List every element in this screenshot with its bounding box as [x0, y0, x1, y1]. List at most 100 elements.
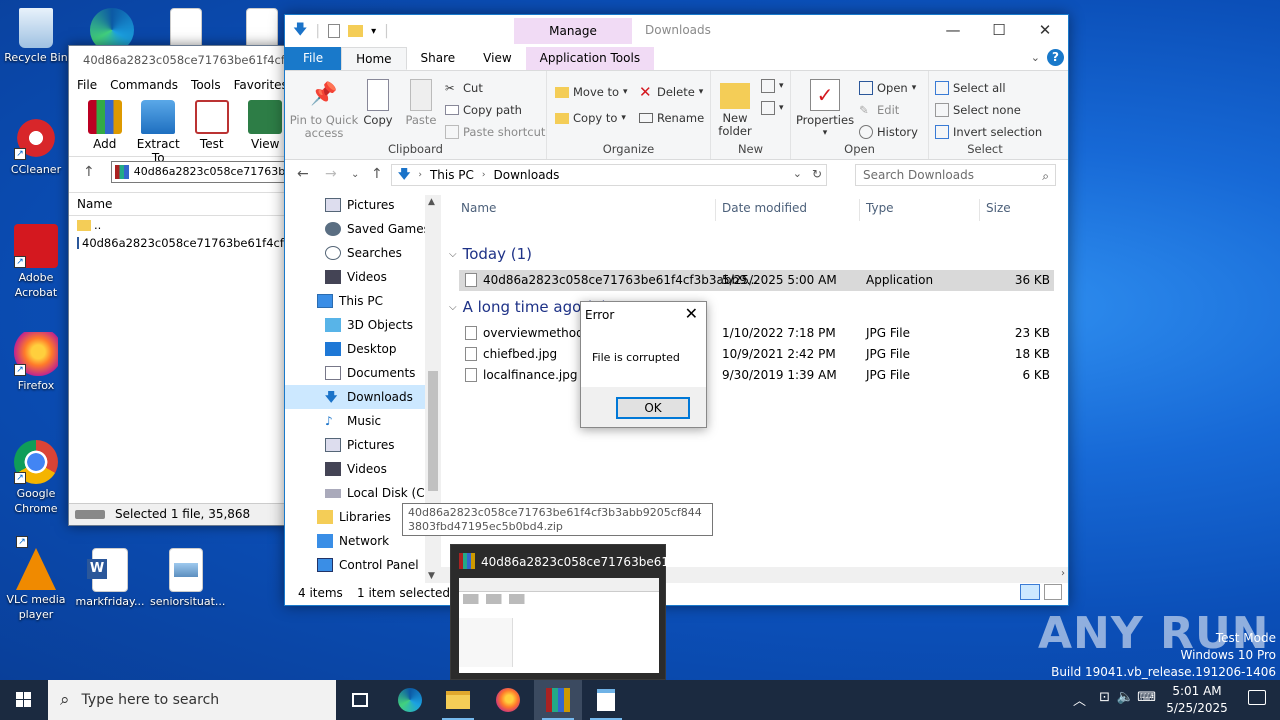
history-button[interactable]: History	[859, 125, 918, 139]
error-dialog-close-icon[interactable]: ✕	[685, 304, 698, 323]
address-dropdown-icon[interactable]: ⌄	[793, 167, 802, 180]
taskbar-firefox[interactable]	[484, 680, 532, 720]
tray-overflow-chevron-icon[interactable]: ︿	[1073, 690, 1086, 709]
list-item[interactable]: 40d86a2823c058ce71763be61f4cf3b3	[69, 234, 287, 252]
clock[interactable]: 5:01 AM 5/25/2025	[1164, 683, 1230, 717]
up-arrow-icon[interactable]: ↑	[83, 164, 95, 180]
desktop-icon-recycle-bin[interactable]: Recycle Bin	[0, 8, 72, 65]
winrar-column-name[interactable]: Name	[69, 192, 287, 216]
nav-item-videos-2[interactable]: Videos	[285, 457, 441, 481]
notification-center-icon[interactable]	[1248, 690, 1266, 705]
ribbon-collapse-icon[interactable]: ⌄	[1031, 51, 1040, 64]
edit-button[interactable]: ✎ Edit	[859, 103, 899, 117]
back-arrow-icon[interactable]: ←	[297, 166, 309, 182]
taskbar-winrar[interactable]	[534, 680, 582, 720]
extract-to-button[interactable]: Extract To	[137, 100, 181, 165]
winrar-path-field[interactable]: 40d86a2823c058ce71763be61f4cf3b3	[110, 160, 287, 183]
view-button[interactable]: View	[244, 100, 288, 156]
column-header-size[interactable]: Size	[986, 201, 1011, 215]
properties-icon[interactable]	[328, 24, 341, 38]
volume-icon[interactable]: 🔈	[1117, 689, 1134, 705]
nav-item-this-pc[interactable]: This PC	[285, 289, 441, 313]
error-dialog[interactable]: Error ✕ File is corrupted OK	[580, 301, 707, 428]
invert-selection-button[interactable]: Invert selection	[935, 125, 1042, 139]
desktop-icon-ccleaner[interactable]: ↗ CCleaner	[0, 116, 72, 177]
tab-file[interactable]: File	[285, 47, 342, 70]
explorer-titlebar[interactable]: 🡇 | ▾ | Manage Downloads — ☐ ✕	[285, 15, 1068, 47]
refresh-icon[interactable]: ↻	[812, 167, 822, 181]
test-button[interactable]: Test	[190, 100, 234, 156]
input-indicator-icon[interactable]: ⌨	[1137, 690, 1156, 705]
group-header-today[interactable]: ⌵ Today (1)	[449, 245, 532, 263]
rename-button[interactable]: Rename	[639, 111, 704, 125]
scroll-right-icon[interactable]: ›	[1061, 568, 1065, 579]
nav-item-music[interactable]: ♪ Music	[285, 409, 441, 433]
nav-item-saved-games[interactable]: Saved Games	[285, 217, 441, 241]
menu-commands[interactable]: Commands	[110, 78, 178, 92]
taskbar-thumbnail-preview[interactable]: 40d86a2823c058ce71763be61f4...	[450, 544, 692, 680]
large-icons-view-icon[interactable]	[1044, 584, 1062, 600]
breadcrumb-downloads[interactable]: Downloads	[494, 168, 560, 182]
search-input[interactable]: Search Downloads ⌕	[855, 164, 1056, 186]
menu-tools[interactable]: Tools	[191, 78, 221, 92]
taskbar-file-explorer[interactable]	[434, 680, 482, 720]
address-bar[interactable]: 🡇 › This PC › Downloads ⌄ ↻	[391, 164, 827, 186]
desktop-icon-vlc[interactable]: ↗ VLC media player	[0, 536, 72, 622]
winrar-titlebar[interactable]: 40d86a2823c058ce71763be61f4cf3b3	[69, 46, 287, 74]
paste-button[interactable]: Paste	[401, 79, 441, 127]
desktop-icon-seniorsituat[interactable]: seniorsituat...	[150, 548, 225, 609]
nav-item-searches[interactable]: Searches	[285, 241, 441, 265]
cut-button[interactable]: ✂ Cut	[445, 81, 483, 95]
close-button[interactable]: ✕	[1022, 15, 1068, 45]
nav-item-desktop[interactable]: Desktop	[285, 337, 441, 361]
up-arrow-icon[interactable]: ↑	[371, 166, 383, 182]
scroll-up-icon[interactable]: ▲	[428, 197, 435, 207]
recent-locations-chevron-icon[interactable]: ⌄	[351, 169, 359, 180]
nav-item-pictures-2[interactable]: Pictures	[285, 433, 441, 457]
maximize-button[interactable]: ☐	[976, 15, 1022, 45]
new-folder-button[interactable]: New folder	[715, 79, 755, 138]
paste-shortcut-button[interactable]: Paste shortcut	[445, 125, 545, 139]
desktop-icon-markfriday[interactable]: W markfriday...	[74, 548, 146, 609]
minimize-button[interactable]: —	[930, 15, 976, 45]
tab-home[interactable]: Home	[341, 47, 407, 70]
new-folder-icon[interactable]	[348, 25, 364, 37]
menu-file[interactable]: File	[77, 78, 97, 92]
table-row[interactable]: overviewmethods.j 1/10/2022 7:18 PM JPG …	[459, 323, 1054, 344]
nav-item-documents[interactable]: Documents	[285, 361, 441, 385]
column-header-type[interactable]: Type	[866, 201, 894, 215]
menu-favorites[interactable]: Favorites	[234, 78, 287, 92]
copy-button[interactable]: Copy	[359, 79, 397, 127]
select-none-button[interactable]: Select none	[935, 103, 1021, 117]
taskbar-search-box[interactable]: ⌕ Type here to search	[48, 680, 336, 720]
move-to-button[interactable]: Move to ▾	[555, 85, 628, 99]
nav-item-3d-objects[interactable]: 3D Objects	[285, 313, 441, 337]
desktop-icon-adobe-acrobat[interactable]: ↗ Adobe Acrobat	[0, 224, 72, 300]
pin-to-quick-access-button[interactable]: 📌 Pin to Quick access	[289, 79, 359, 140]
down-arrow-icon[interactable]: 🡇	[293, 19, 307, 43]
ok-button[interactable]: OK	[616, 397, 690, 419]
tab-share[interactable]: Share	[407, 47, 470, 70]
customize-qat-icon[interactable]: ▾	[371, 26, 376, 37]
copy-to-button[interactable]: Copy to ▾	[555, 111, 626, 125]
forward-arrow-icon[interactable]: →	[325, 166, 337, 182]
desktop-icon-chrome[interactable]: ↗ Google Chrome	[0, 440, 72, 516]
select-all-button[interactable]: Select all	[935, 81, 1006, 95]
taskbar-edge[interactable]	[386, 680, 434, 720]
new-item-button[interactable]: ▾	[761, 79, 784, 93]
nav-item-videos[interactable]: Videos	[285, 265, 441, 289]
scroll-thumb[interactable]	[428, 371, 438, 491]
taskbar-notepad[interactable]	[582, 680, 630, 720]
task-view-button[interactable]	[336, 680, 384, 720]
open-button[interactable]: Open ▾	[859, 81, 916, 95]
nav-item-local-disk[interactable]: Local Disk (C:)	[285, 481, 441, 505]
properties-button[interactable]: ✓ Properties ▾	[795, 79, 855, 140]
list-item[interactable]: ..	[69, 216, 287, 234]
breadcrumb-this-pc[interactable]: This PC	[430, 168, 474, 182]
table-row[interactable]: 40d86a2823c058ce71763be61f4cf3b3abb9... …	[459, 270, 1054, 291]
details-view-icon[interactable]	[1020, 584, 1040, 600]
table-row[interactable]: chiefbed.jpg 10/9/2021 2:42 PM JPG File …	[459, 344, 1054, 365]
nav-item-pictures[interactable]: Pictures	[285, 193, 441, 217]
copy-path-button[interactable]: Copy path	[445, 103, 522, 117]
nav-item-downloads[interactable]: 🡇 Downloads	[285, 385, 441, 409]
